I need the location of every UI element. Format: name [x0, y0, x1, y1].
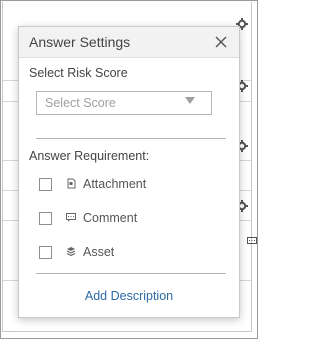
divider — [36, 273, 226, 274]
popover-title: Answer Settings — [29, 34, 131, 50]
asset-icon — [66, 246, 76, 257]
requirement-asset[interactable]: Asset — [39, 244, 219, 262]
chevron-down-icon — [185, 97, 195, 104]
attachment-label: Attachment — [83, 177, 147, 191]
popover-header: Answer Settings — [19, 27, 239, 58]
close-icon[interactable] — [215, 36, 227, 48]
asset-checkbox[interactable] — [39, 246, 52, 259]
comment-checkbox[interactable] — [39, 212, 52, 225]
requirement-attachment[interactable]: Attachment — [39, 176, 219, 194]
comment-icon[interactable] — [247, 232, 257, 244]
comment-label: Comment — [83, 211, 138, 225]
attachment-icon — [66, 178, 76, 189]
asset-label: Asset — [83, 245, 115, 259]
answer-settings-popover: Answer Settings Select Risk Score Select… — [18, 26, 240, 318]
risk-score-placeholder: Select Score — [45, 96, 116, 110]
risk-score-select[interactable]: Select Score — [36, 91, 212, 115]
attachment-checkbox[interactable] — [39, 178, 52, 191]
requirement-comment[interactable]: Comment — [39, 210, 219, 228]
answer-requirement-label: Answer Requirement: — [29, 149, 150, 163]
add-description-link[interactable]: Add Description — [19, 289, 239, 303]
comment-icon — [66, 212, 76, 223]
risk-score-label: Select Risk Score — [29, 66, 128, 80]
divider — [36, 138, 226, 139]
